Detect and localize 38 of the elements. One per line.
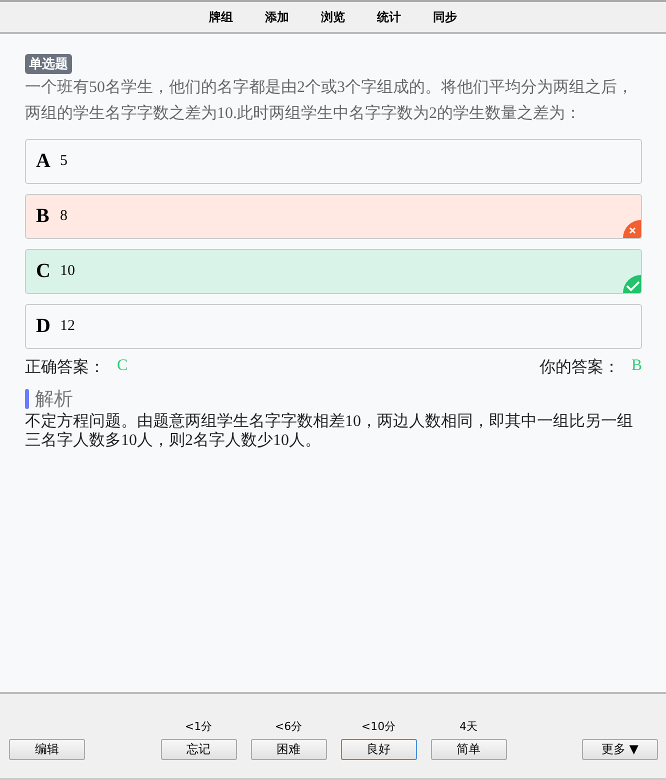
interval-label: 4天: [460, 719, 478, 734]
nav-link[interactable]: 统计: [373, 8, 405, 26]
option-letter: D: [36, 315, 52, 338]
ease-button[interactable]: 困难: [250, 739, 326, 760]
interval-label: <10分: [361, 719, 396, 734]
correct-answer-label: 正确答案：: [25, 357, 105, 378]
question-text: 一个班有50名学生，他们的名字都是由2个或3个字组成的。将他们平均分为两组之后，两组的学生名字字数之差为10.此时两组学生中名字字数为2的学生数量之差为：: [25, 78, 634, 124]
option-letter: C: [36, 260, 52, 283]
ease-button[interactable]: 忘记: [160, 739, 236, 760]
ease-button[interactable]: 良好: [340, 739, 416, 760]
answer-option[interactable]: B 8: [25, 194, 642, 239]
question-type-tag: 单选题: [25, 54, 72, 74]
option-letter: B: [36, 205, 50, 228]
option-text: 12: [60, 318, 75, 335]
answer-option[interactable]: C 10: [25, 249, 642, 294]
answer-option[interactable]: D 12: [25, 304, 642, 349]
analysis-title: 解析: [35, 388, 73, 412]
interval-label: <1分: [184, 719, 212, 734]
ease-button[interactable]: 简单: [430, 739, 506, 760]
more-button[interactable]: 更多 ▼: [582, 739, 658, 760]
check-mark-icon: [623, 275, 641, 293]
your-answer-value: B: [631, 357, 642, 376]
option-text: 5: [60, 153, 68, 170]
nav-link[interactable]: 牌组: [205, 8, 237, 26]
wrong-mark-icon: [623, 220, 641, 238]
nav-link[interactable]: 浏览: [317, 8, 349, 26]
nav-link[interactable]: 同步: [429, 8, 461, 26]
option-text: 10: [60, 263, 75, 280]
your-answer-label: 你的答案：: [539, 357, 620, 378]
interval-label: <6分: [274, 719, 302, 734]
option-text: 8: [60, 208, 68, 225]
edit-button[interactable]: 编辑: [9, 739, 85, 760]
nav-link[interactable]: 添加: [261, 8, 293, 26]
correct-answer-value: C: [117, 357, 128, 376]
option-letter: A: [36, 150, 52, 173]
section-marker: [25, 389, 29, 409]
analysis-text: 不定方程问题。由题意两组学生名字字数相差10，两边人数相同，即其中一组比另一组三名字人数多10人，则2名字人数少10人。: [25, 412, 634, 450]
answer-option[interactable]: A 5: [25, 139, 642, 184]
